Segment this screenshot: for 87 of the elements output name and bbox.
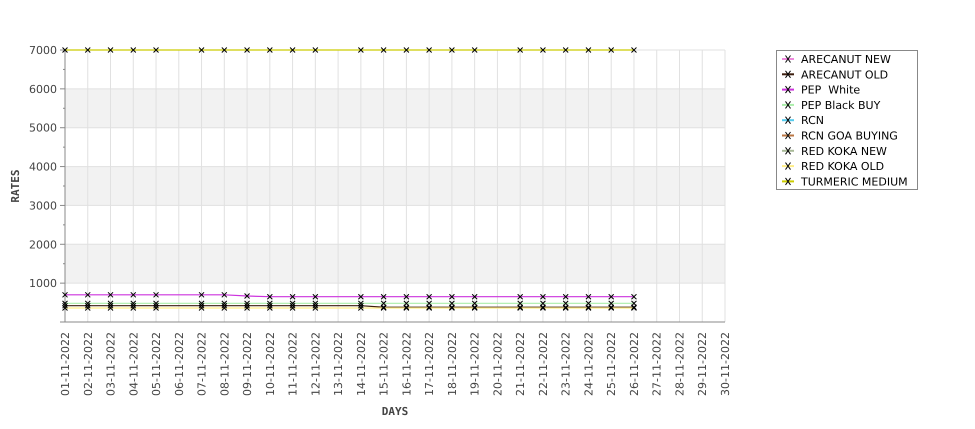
data-point (130, 292, 136, 298)
data-point (562, 47, 569, 53)
y-tick-label: 2000 (29, 238, 57, 252)
legend-label: ARECANUT NEW (801, 53, 891, 66)
x-tick-label: 28-11-2022 (673, 332, 686, 396)
data-point (153, 292, 160, 298)
x-axis-title: DAYS (382, 405, 408, 418)
y-tick-label: 6000 (29, 82, 57, 96)
legend-marker (782, 132, 794, 140)
data-point (517, 47, 524, 53)
legend-marker (782, 100, 794, 109)
x-tick-label: 03-11-2022 (104, 332, 118, 396)
legend-marker (782, 177, 794, 186)
y-tick-label: 1000 (29, 277, 57, 290)
x-tick-label: 27-11-2022 (650, 332, 664, 396)
x-tick-label: 22-11-2022 (536, 332, 550, 396)
y-axis-title: RATES (9, 169, 22, 203)
x-tick-label: 09-11-2022 (241, 332, 254, 396)
x-tick-label: 06-11-2022 (172, 332, 186, 396)
data-point (403, 47, 410, 53)
legend-marker (782, 55, 794, 63)
data-point (472, 47, 478, 53)
x-tick-label: 07-11-2022 (196, 332, 209, 396)
x-tick-label: 15-11-2022 (378, 332, 391, 396)
x-tick-label: 23-11-2022 (560, 332, 573, 396)
x-tick-label: 14-11-2022 (354, 332, 368, 396)
x-tick-label: 25-11-2022 (605, 332, 618, 396)
data-point (108, 292, 114, 298)
data-point (108, 47, 114, 53)
data-point (448, 47, 455, 53)
x-tick-label: 08-11-2022 (218, 332, 232, 396)
data-point (585, 47, 592, 53)
data-point (198, 47, 205, 53)
data-point (62, 47, 68, 53)
y-tick-label: 5000 (29, 122, 57, 135)
legend-label: ARECANUT OLD (801, 68, 888, 82)
data-point (84, 47, 91, 53)
x-tick-label: 20-11-2022 (491, 332, 504, 396)
data-point (153, 47, 160, 53)
data-point (62, 292, 68, 298)
data-point (540, 47, 546, 53)
x-tick-label: 04-11-2022 (127, 332, 140, 396)
x-tick-label: 02-11-2022 (82, 332, 95, 396)
x-tick-label: 21-11-2022 (514, 332, 528, 396)
legend-label: RCN GOA BUYING (801, 130, 898, 142)
x-tick-label: 11-11-2022 (286, 332, 300, 396)
x-tick-label: 19-11-2022 (468, 332, 482, 396)
x-tick-label: 05-11-2022 (150, 332, 164, 396)
x-tick-label: 01-11-2022 (59, 332, 72, 396)
x-tick-label: 13-11-2022 (332, 332, 346, 396)
data-point (312, 47, 318, 53)
legend-marker (782, 146, 794, 155)
y-tick-label: 3000 (29, 199, 57, 212)
legend-label: RED KOKA OLD (801, 160, 884, 174)
data-point (130, 47, 136, 53)
data-point (608, 47, 614, 53)
data-point (358, 47, 364, 53)
legend-marker (782, 162, 794, 170)
x-tick-label: 24-11-2022 (582, 332, 596, 396)
data-point (290, 47, 296, 53)
data-point (266, 47, 273, 53)
legend-label: RED KOKA NEW (801, 144, 887, 158)
data-point (84, 292, 91, 298)
legend-marker (782, 116, 794, 124)
data-point (244, 47, 250, 53)
legend-label: TURMERIC MEDIUM (801, 175, 908, 188)
data-point (380, 47, 387, 53)
legend-label: RCN (801, 114, 824, 128)
x-tick-label: 29-11-2022 (696, 332, 710, 396)
x-tick-label: 17-11-2022 (423, 332, 436, 396)
data-point (198, 292, 205, 298)
x-tick-label: 16-11-2022 (400, 332, 414, 396)
x-tick-label: 18-11-2022 (446, 332, 459, 396)
x-tick-label: 10-11-2022 (264, 332, 277, 396)
data-point (221, 47, 228, 53)
legend-marker (782, 70, 794, 78)
legend-marker (782, 86, 794, 94)
y-tick-label: 4000 (29, 160, 57, 174)
y-tick-label: 7000 (29, 44, 57, 57)
x-tick-label: 26-11-2022 (628, 332, 641, 396)
data-point (426, 47, 432, 53)
data-point (221, 292, 228, 298)
data-point (630, 47, 637, 53)
legend-label: PEP Black BUY (801, 98, 880, 112)
x-tick-label: 30-11-2022 (719, 332, 732, 396)
legend-label: PEP White (801, 84, 860, 97)
x-tick-label: 12-11-2022 (309, 332, 322, 396)
